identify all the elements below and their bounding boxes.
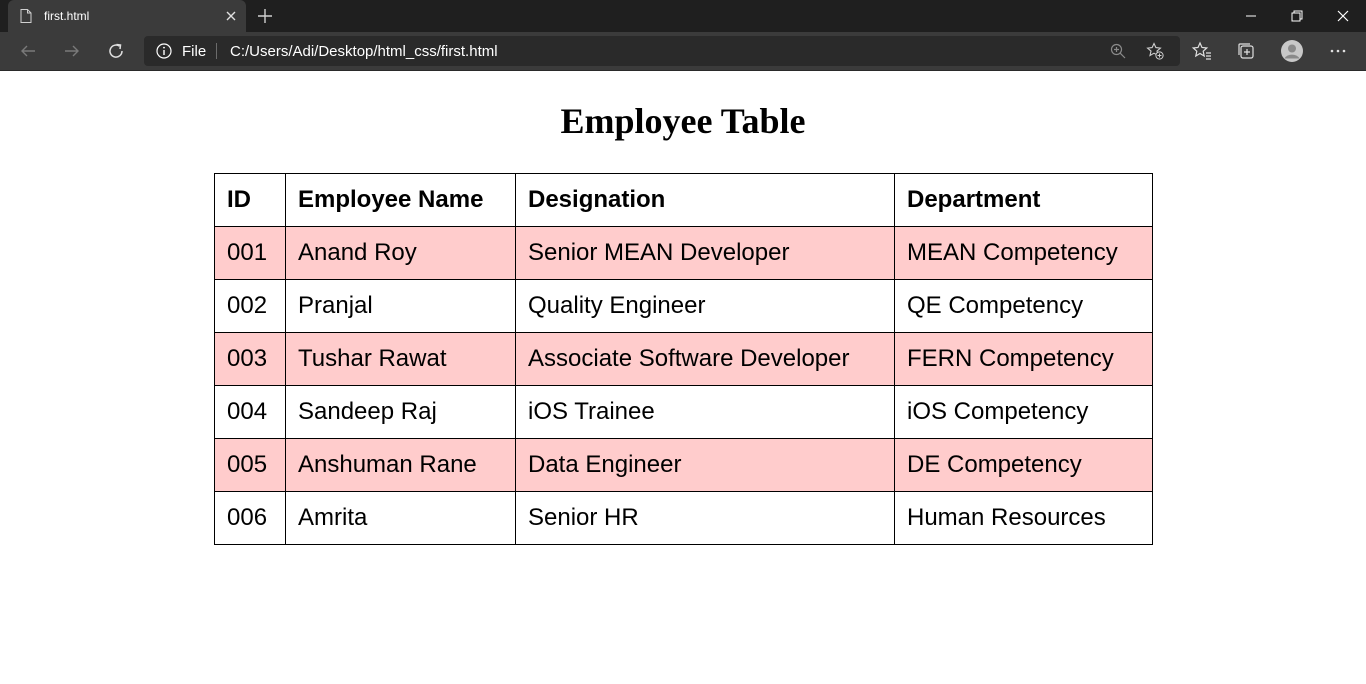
cell-department: Human Resources [894, 491, 1153, 545]
cell-id: 005 [214, 438, 286, 492]
minimize-icon [1246, 15, 1256, 17]
cell-designation: Associate Software Developer [515, 332, 895, 386]
page-title: Employee Table [560, 101, 806, 141]
cell-id: 001 [214, 226, 286, 280]
tab-title: first.html [44, 9, 90, 23]
address-bar[interactable]: File C:/Users/Adi/Desktop/html_css/first… [144, 36, 1180, 66]
refresh-icon[interactable] [105, 40, 127, 62]
star-plus-icon[interactable] [1146, 42, 1164, 60]
table-header-row: ID Employee Name Designation Department [214, 173, 1153, 227]
address-scheme: File [182, 43, 207, 60]
table-row: 006 Amrita Senior HR Human Resources [214, 491, 1153, 545]
info-icon[interactable] [156, 43, 172, 59]
tab-bar: first.html [0, 0, 1366, 32]
forward-arrow-icon[interactable] [61, 40, 83, 62]
cell-employee-name: Pranjal [285, 279, 516, 333]
cell-employee-name: Amrita [285, 491, 516, 545]
profile-icon[interactable] [1280, 39, 1304, 63]
cell-department: MEAN Competency [894, 226, 1153, 280]
cell-employee-name: Sandeep Raj [285, 385, 516, 439]
zoom-icon[interactable] [1110, 43, 1126, 59]
collections-icon[interactable] [1235, 40, 1257, 62]
back-arrow-icon[interactable] [17, 40, 39, 62]
close-window-button[interactable] [1320, 0, 1366, 32]
cell-department: DE Competency [894, 438, 1153, 492]
document-icon [20, 9, 32, 23]
cell-designation: iOS Trainee [515, 385, 895, 439]
cell-department: QE Competency [894, 279, 1153, 333]
header-id: ID [214, 173, 286, 227]
restore-button[interactable] [1274, 0, 1320, 32]
cell-designation: Senior MEAN Developer [515, 226, 895, 280]
browser-tab[interactable]: first.html [8, 0, 246, 32]
cell-id: 003 [214, 332, 286, 386]
table-row: 004 Sandeep Raj iOS Trainee iOS Competen… [214, 385, 1153, 439]
cell-id: 006 [214, 491, 286, 545]
more-icon[interactable] [1327, 40, 1349, 62]
favorites-icon[interactable] [1191, 40, 1213, 62]
cell-id: 004 [214, 385, 286, 439]
close-icon [1337, 10, 1349, 22]
header-department: Department [894, 173, 1153, 227]
address-url[interactable]: C:/Users/Adi/Desktop/html_css/first.html [230, 43, 498, 60]
cell-employee-name: Anshuman Rane [285, 438, 516, 492]
minimize-button[interactable] [1228, 0, 1274, 32]
table-row: 005 Anshuman Rane Data Engineer DE Compe… [214, 438, 1153, 492]
close-icon[interactable] [224, 9, 238, 23]
cell-department: iOS Competency [894, 385, 1153, 439]
plus-icon[interactable] [256, 7, 274, 25]
browser-toolbar: File C:/Users/Adi/Desktop/html_css/first… [0, 32, 1366, 71]
cell-department: FERN Competency [894, 332, 1153, 386]
header-employee-name: Employee Name [285, 173, 516, 227]
cell-employee-name: Anand Roy [285, 226, 516, 280]
table-row: 002 Pranjal Quality Engineer QE Competen… [214, 279, 1153, 333]
cell-designation: Quality Engineer [515, 279, 895, 333]
table-row: 003 Tushar Rawat Associate Software Deve… [214, 332, 1153, 386]
cell-designation: Senior HR [515, 491, 895, 545]
table-row: 001 Anand Roy Senior MEAN Developer MEAN… [214, 226, 1153, 280]
cell-id: 002 [214, 279, 286, 333]
cell-employee-name: Tushar Rawat [285, 332, 516, 386]
header-designation: Designation [515, 173, 895, 227]
cell-designation: Data Engineer [515, 438, 895, 492]
restore-icon [1291, 10, 1303, 22]
employee-table: ID Employee Name Designation Department … [214, 173, 1153, 545]
address-divider [216, 43, 217, 59]
